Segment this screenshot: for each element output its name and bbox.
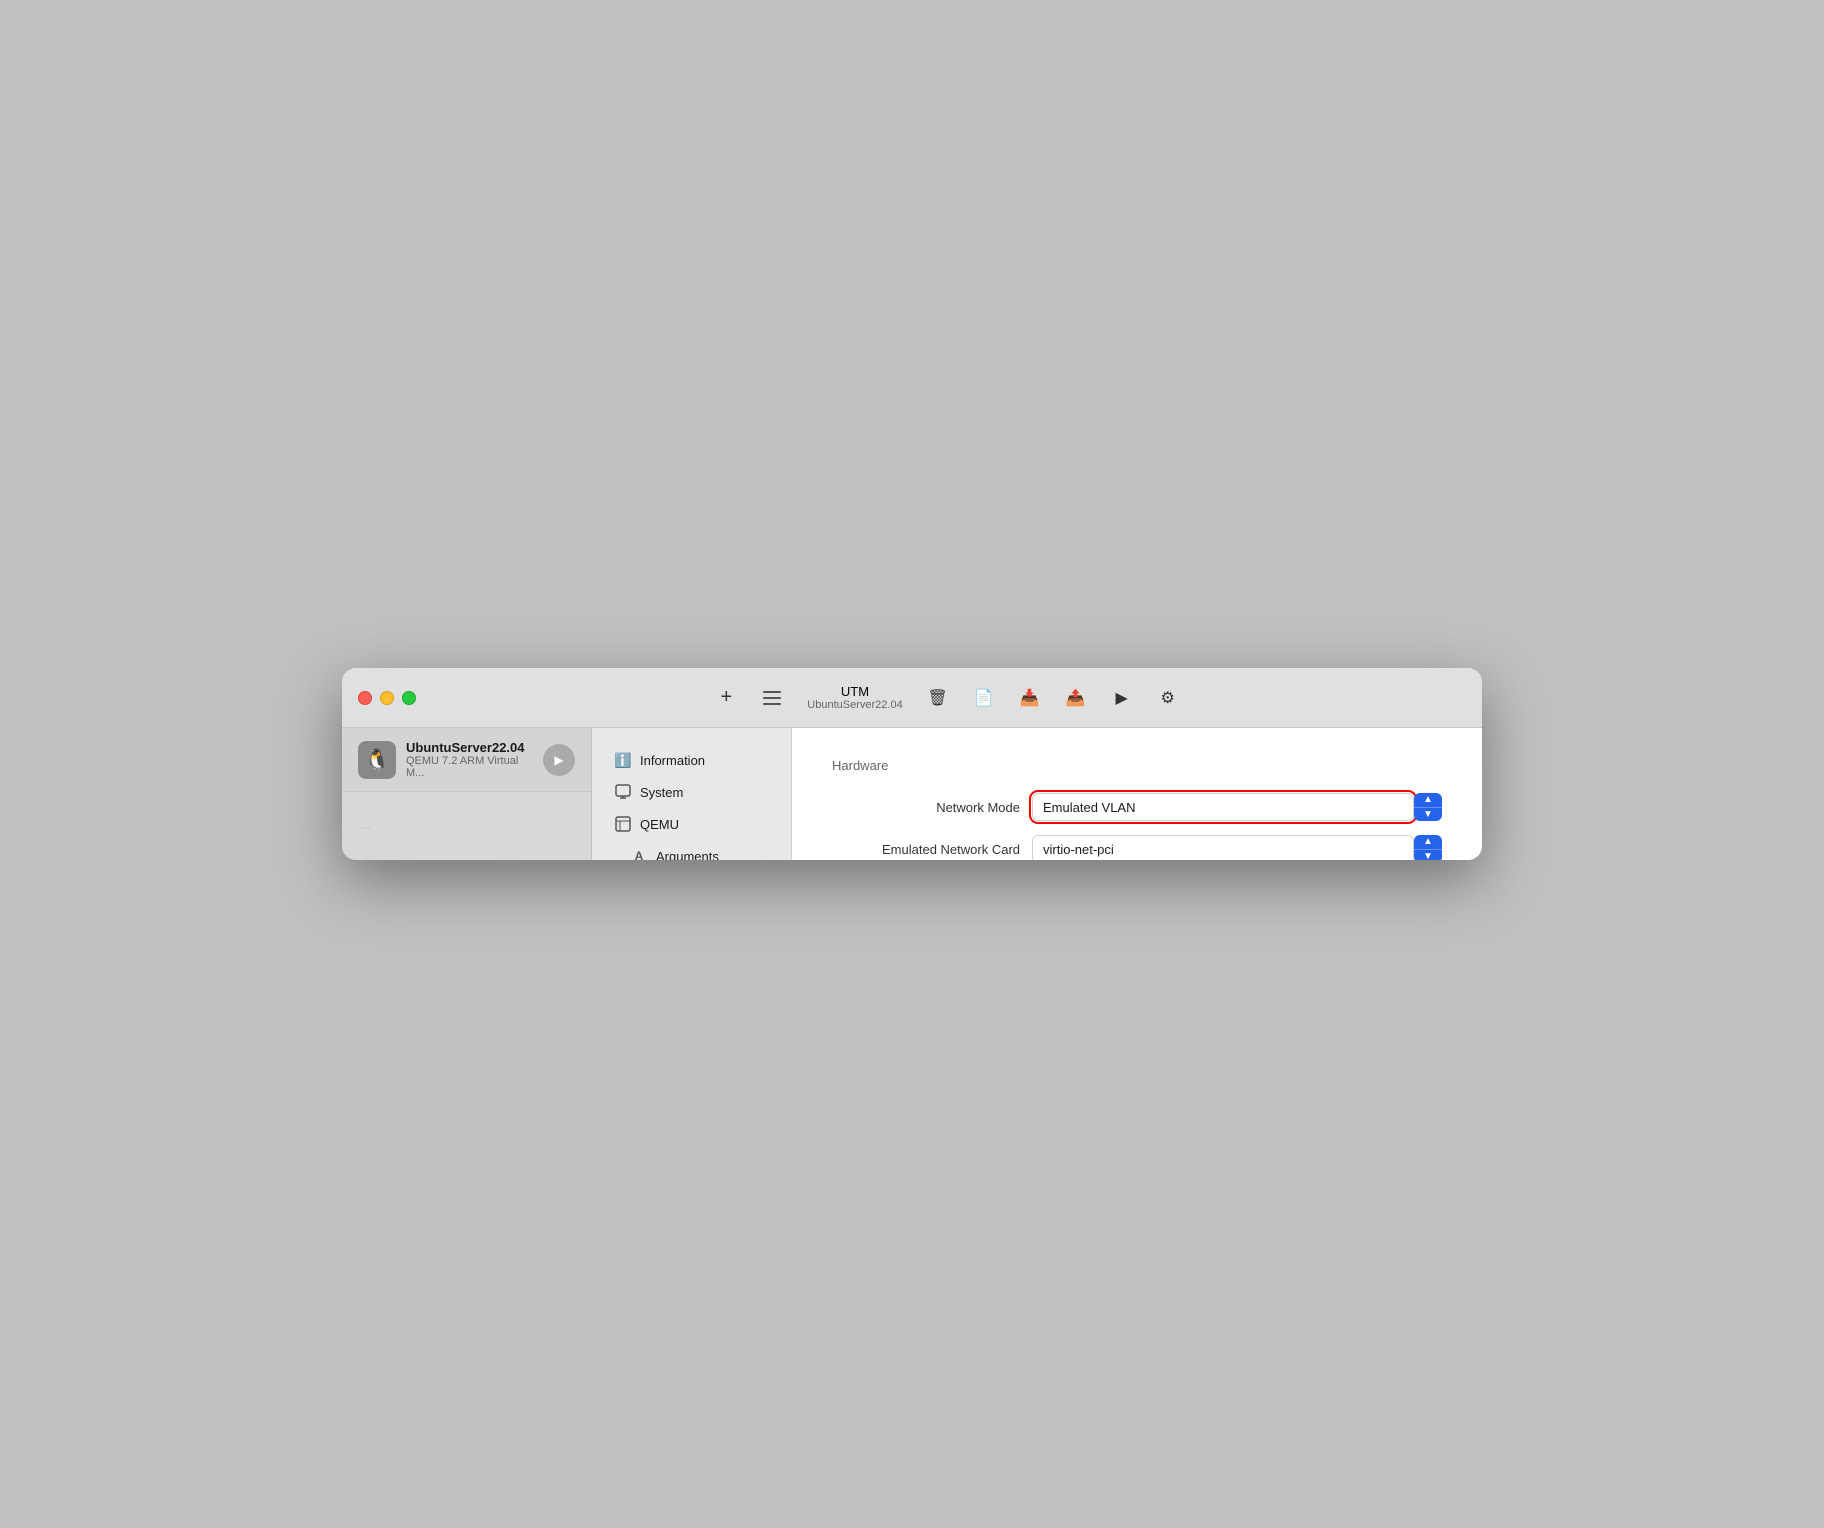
settings-button[interactable]: ⚙	[1157, 687, 1179, 709]
network-mode-select[interactable]: Emulated VLAN	[1032, 793, 1414, 821]
network-mode-row: Network Mode Emulated VLAN ▲ ▼	[832, 793, 1442, 821]
app-name: UTM	[841, 684, 869, 699]
settings-sidebar: ℹ️ Information System	[592, 728, 792, 860]
sidebar-item-qemu[interactable]: QEMU	[598, 809, 785, 839]
sidebar-item-information[interactable]: ℹ️ Information	[598, 745, 785, 775]
sidebar-label-arguments: Arguments	[656, 849, 719, 861]
sidebar-toggle-button[interactable]	[761, 687, 783, 709]
vm-list-item[interactable]: 🐧 UbuntuServer22.04 QEMU 7.2 ARM Virtual…	[342, 728, 591, 792]
network-mode-label: Network Mode	[832, 800, 1032, 815]
main-content-area: ℹ️ Information System	[592, 728, 1482, 860]
emulated-card-stepper[interactable]: ▲ ▼	[1414, 835, 1442, 860]
delete-button[interactable]: 🗑	[927, 687, 949, 709]
arguments-icon: A	[630, 847, 648, 860]
sidebar-item-arguments[interactable]: A Arguments	[598, 841, 785, 860]
vm-list-panel: 🐧 UbuntuServer22.04 QEMU 7.2 ARM Virtual…	[342, 728, 592, 860]
traffic-lights	[358, 691, 416, 705]
settings-panel: Hardware Network Mode Emulated VLAN	[792, 728, 1482, 860]
emulated-card-label: Emulated Network Card	[832, 842, 1032, 857]
titlebar: + UTM UbuntuServer22.04 🗑 📄 📥 📤 ▶ ⚙	[342, 668, 1482, 728]
emulated-card-row: Emulated Network Card virtio-net-pci ▲	[832, 835, 1442, 860]
bg-blurred-content: ...	[342, 792, 591, 860]
download-button[interactable]: 📥	[1019, 687, 1041, 709]
vm-description: QEMU 7.2 ARM Virtual M...	[406, 755, 533, 779]
vm-play-button[interactable]: ▶	[543, 744, 575, 776]
hardware-section-title: Hardware	[832, 758, 1442, 773]
settings-modal: ℹ️ Information System	[592, 728, 1482, 860]
stepper-up[interactable]: ▲	[1414, 793, 1442, 808]
minimize-button[interactable]	[380, 691, 394, 705]
stepper-down[interactable]: ▼	[1414, 808, 1442, 822]
network-mode-stepper[interactable]: ▲ ▼	[1414, 793, 1442, 821]
stepper-up-2[interactable]: ▲	[1414, 835, 1442, 850]
emulated-card-select[interactable]: virtio-net-pci	[1032, 835, 1414, 860]
stepper-down-2[interactable]: ▼	[1414, 850, 1442, 861]
add-vm-button[interactable]: +	[715, 687, 737, 709]
sidebar-label-information: Information	[640, 753, 705, 768]
system-icon	[614, 783, 632, 801]
sidebar-item-system[interactable]: System	[598, 777, 785, 807]
vm-os-icon: 🐧	[358, 741, 396, 779]
copy-button[interactable]: 📄	[973, 687, 995, 709]
sidebar-label-qemu: QEMU	[640, 817, 679, 832]
share-button[interactable]: 📤	[1065, 687, 1087, 709]
close-button[interactable]	[358, 691, 372, 705]
maximize-button[interactable]	[402, 691, 416, 705]
information-icon: ℹ️	[614, 751, 632, 769]
vm-subtitle: UbuntuServer22.04	[807, 699, 902, 711]
vm-name: UbuntuServer22.04	[406, 740, 533, 755]
qemu-icon	[614, 815, 632, 833]
titlebar-title: UTM UbuntuServer22.04	[807, 684, 902, 711]
sidebar-label-system: System	[640, 785, 683, 800]
play-button[interactable]: ▶	[1111, 687, 1133, 709]
